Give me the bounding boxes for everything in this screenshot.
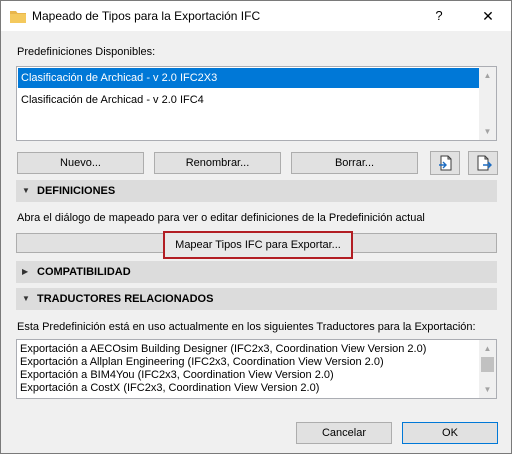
translators-list[interactable]: Exportación a AECOsim Building Designer … [16,339,497,399]
compatibility-title: COMPATIBILIDAD [37,266,131,278]
preset-item[interactable]: Clasificación de Archicad - v 2.0 IFC2X3 [18,68,480,88]
folder-icon [10,11,26,23]
translators-section-header[interactable]: ▼ TRADUCTORES RELACIONADOS [16,288,497,310]
translators-description: Esta Predefinición está en uso actualmen… [17,321,476,333]
compatibility-section-header[interactable]: ▶ COMPATIBILIDAD [16,261,497,283]
scroll-up-icon[interactable]: ▲ [479,67,496,84]
definitions-section-header[interactable]: ▼ DEFINICIONES [16,180,497,202]
export-icon [477,155,492,171]
title-bar: Mapeado de Tipos para la Exportación IFC… [1,1,511,31]
scroll-down-icon[interactable]: ▼ [479,123,496,140]
expand-triangle-icon: ▶ [22,267,29,276]
definitions-description: Abra el diálogo de mapeado para ver o ed… [17,212,425,224]
scrollbar-thumb[interactable] [481,357,494,372]
window-title: Mapeado de Tipos para la Exportación IFC [32,9,261,23]
collapse-triangle-icon: ▼ [22,186,30,195]
translator-item[interactable]: Exportación a Allplan Engineering (IFC2x… [20,355,384,369]
delete-button[interactable]: Borrar... [291,152,418,174]
import-button[interactable] [430,151,460,175]
map-ifc-types-button[interactable]: Mapear Tipos IFC para Exportar... [163,231,353,259]
close-button[interactable]: ✕ [475,5,501,27]
ok-button[interactable]: OK [402,422,498,444]
cancel-button[interactable]: Cancelar [296,422,392,444]
translator-item[interactable]: Exportación a BIM4You (IFC2x3, Coordinat… [20,368,334,382]
presets-label: Predefiniciones Disponibles: [17,46,156,58]
scroll-up-icon[interactable]: ▲ [479,340,496,357]
presets-list[interactable]: Clasificación de Archicad - v 2.0 IFC2X3… [16,66,497,141]
translators-scrollbar[interactable]: ▲ ▼ [479,340,496,398]
translator-item[interactable]: Exportación a CostX (IFC2x3, Coordinatio… [20,381,319,395]
scroll-down-icon[interactable]: ▼ [479,381,496,398]
import-icon [439,155,452,171]
collapse-triangle-icon: ▼ [22,294,30,303]
preset-item[interactable]: Clasificación de Archicad - v 2.0 IFC4 [18,90,480,110]
help-button[interactable]: ? [427,5,451,27]
export-button[interactable] [468,151,498,175]
presets-scrollbar[interactable]: ▲ ▼ [479,67,496,140]
translator-item[interactable]: Exportación a AECOsim Building Designer … [20,342,426,356]
rename-button[interactable]: Renombrar... [154,152,281,174]
translators-title: TRADUCTORES RELACIONADOS [37,293,214,305]
new-button[interactable]: Nuevo... [17,152,144,174]
dialog-window: Mapeado de Tipos para la Exportación IFC… [0,0,512,454]
definitions-title: DEFINICIONES [37,185,116,197]
